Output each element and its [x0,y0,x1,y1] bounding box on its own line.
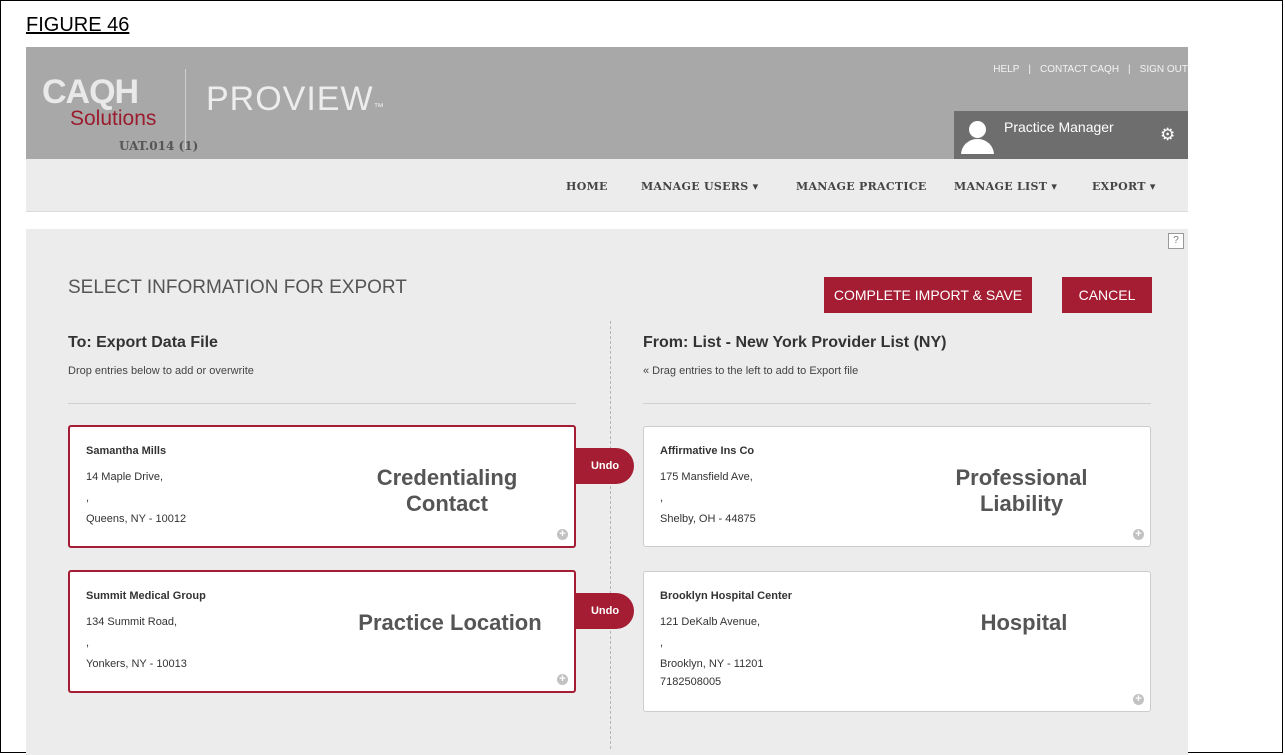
export-card-credentialing-contact[interactable]: Samantha Mills 14 Maple Drive, , Queens,… [68,425,576,548]
card-type-label: Credentialing Contact [376,465,518,516]
card-address-line2: , [660,637,664,649]
card-address-line1: 134 Summit Road, [86,616,178,628]
card-city-state-zip: Brooklyn, NY - 11201 [660,658,764,670]
card-address-line1: 14 Maple Drive, [86,471,164,483]
user-name: Practice Manager [1004,119,1114,135]
card-city-state-zip: Shelby, OH - 44875 [660,513,756,525]
nav-manage-practice[interactable]: MANAGE PRACTICE [796,180,927,193]
expand-plus-icon[interactable]: + [557,529,568,540]
card-type-label: Professional Liability [955,465,1088,516]
undo-button[interactable]: Undo [576,448,634,484]
card-name: Brooklyn Hospital Center [660,590,793,602]
app-window: CAQH Solutions UAT.014 (1) PROVIEW™ HELP… [26,47,1188,755]
expand-plus-icon[interactable]: + [557,674,568,685]
right-column-divider [643,403,1151,404]
left-column-divider [68,403,576,404]
main-nav: HOME MANAGE USERS ▾ MANAGE PRACTICE MANA… [26,159,1188,212]
right-column-subtitle: « Drag entries to the left to add to Exp… [643,365,859,377]
figure-label: FIGURE 46 [26,14,130,36]
logo-divider [185,69,186,149]
user-menu[interactable]: Practice Manager ⚙ [954,111,1188,159]
card-name: Summit Medical Group [86,590,206,602]
top-header: CAQH Solutions UAT.014 (1) PROVIEW™ HELP… [26,47,1188,159]
export-card-practice-location[interactable]: Summit Medical Group 134 Summit Road, , … [68,570,576,693]
avatar-head [969,121,986,138]
sign-out-link[interactable]: SIGN OUT [1140,64,1188,75]
card-city-state-zip: Queens, NY - 10012 [86,513,187,525]
nav-export[interactable]: EXPORT ▾ [1092,180,1156,193]
card-address-line1: 175 Mansfield Ave, [660,471,753,483]
avatar [959,117,996,154]
card-address-line2: , [86,637,90,649]
top-links: HELP | CONTACT CAQH | SIGN OUT [993,64,1188,75]
expand-plus-icon[interactable]: + [1133,529,1144,540]
cancel-button[interactable]: CANCEL [1062,277,1152,313]
left-column-title: To: Export Data File [68,334,218,351]
card-city-state-zip: Yonkers, NY - 10013 [86,658,187,670]
list-card-professional-liability[interactable]: Affirmative Ins Co 175 Mansfield Ave, , … [643,426,1151,547]
card-type-label: Hospital [980,610,1068,635]
card-address-line1: 121 DeKalb Avenue, [660,616,761,628]
complete-import-save-button[interactable]: COMPLETE IMPORT & SAVE [824,277,1032,313]
contact-caqh-link[interactable]: CONTACT CAQH [1040,64,1119,75]
page-title: SELECT INFORMATION FOR EXPORT [68,277,407,298]
undo-button[interactable]: Undo [576,593,634,629]
solutions-logo-text: Solutions [70,107,157,130]
card-name: Samantha Mills [86,445,167,457]
avatar-shoulders [961,139,994,154]
version-label: UAT.014 (1) [119,139,199,153]
nav-manage-users[interactable]: MANAGE USERS ▾ [641,180,758,193]
card-address-line2: , [86,492,90,504]
nav-home[interactable]: HOME [566,180,608,193]
proview-logo-text: PROVIEW [206,80,374,118]
gear-icon[interactable]: ⚙ [1160,125,1175,145]
card-address-line2: , [660,492,664,504]
right-column-title: From: List - New York Provider List (NY) [643,334,947,351]
card-name: Affirmative Ins Co [660,445,755,457]
help-icon[interactable]: ? [1168,233,1184,249]
column-divider [610,321,611,749]
card-type-label: Practice Location [358,610,542,635]
link-separator: | [1128,64,1131,75]
expand-plus-icon[interactable]: + [1133,694,1144,705]
link-separator: | [1028,64,1031,75]
main-content: ? SELECT INFORMATION FOR EXPORT COMPLETE… [26,229,1188,755]
card-phone: 7182508005 [660,676,722,688]
trademark-mark: ™ [373,102,385,113]
proview-logo: PROVIEW™ [206,80,385,119]
help-link[interactable]: HELP [993,64,1019,75]
nav-manage-list[interactable]: MANAGE LIST ▾ [954,180,1057,193]
left-column-subtitle: Drop entries below to add or overwrite [68,365,254,377]
list-card-hospital[interactable]: Brooklyn Hospital Center 121 DeKalb Aven… [643,571,1151,712]
